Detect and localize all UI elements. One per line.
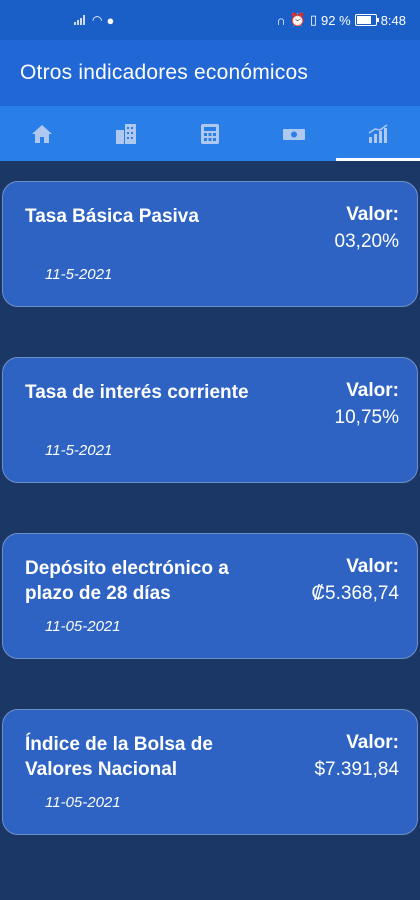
- building-icon: [116, 123, 136, 144]
- card-title: Índice de la Bolsa de Valores Nacional: [25, 734, 213, 780]
- vibrate-icon: ▯: [309, 12, 318, 27]
- indicator-list: Tasa Básica Pasiva Valor: 03,20% 11-5-20…: [0, 161, 420, 835]
- indicator-card[interactable]: Índice de la Bolsa de Valores Nacional V…: [2, 709, 418, 835]
- card-value: 10,75%: [334, 407, 399, 428]
- status-bar: ◠ ● ∩ ⏰ ▯ 92 % 8:48: [0, 0, 420, 40]
- card-value: ₡5.368,74: [311, 583, 399, 604]
- battery-percent: 92 %: [321, 12, 351, 28]
- tab-calculator[interactable]: [168, 106, 252, 161]
- tab-indicators[interactable]: [336, 106, 420, 161]
- tab-home[interactable]: [0, 106, 84, 161]
- signal-icon: [74, 15, 88, 25]
- tab-buildings[interactable]: [84, 106, 168, 161]
- home-icon: [32, 124, 52, 143]
- wifi-icon: ◠: [92, 13, 103, 27]
- card-title: Tasa de interés corriente: [25, 382, 249, 403]
- card-value: $7.391,84: [314, 759, 399, 780]
- indicator-card[interactable]: Tasa de interés corriente Valor: 10,75% …: [2, 357, 418, 483]
- card-date: 11-5-2021: [45, 266, 113, 283]
- alarm-icon: ⏰: [289, 12, 306, 27]
- card-title: Tasa Básica Pasiva: [25, 206, 199, 227]
- headset-icon: ∩: [276, 12, 286, 28]
- data-saver-icon: ●: [106, 12, 115, 28]
- chart-icon: [368, 123, 388, 143]
- card-title: Depósito electrónico a plazo de 28 días: [25, 558, 229, 604]
- tab-bar: [0, 106, 420, 161]
- card-value-label: Valor:: [346, 204, 399, 225]
- status-right: ∩ ⏰ ▯ 92 % 8:48: [276, 12, 406, 28]
- battery-icon: [354, 14, 379, 26]
- app-bar: Otros indicadores económicos: [0, 40, 420, 106]
- money-icon: [283, 128, 305, 140]
- card-value-label: Valor:: [346, 732, 399, 753]
- card-value-label: Valor:: [346, 380, 399, 401]
- card-date: 11-05-2021: [45, 794, 121, 811]
- status-left: ◠ ●: [74, 13, 114, 28]
- page-title: Otros indicadores económicos: [20, 61, 309, 84]
- indicator-card[interactable]: Depósito electrónico a plazo de 28 días …: [2, 533, 418, 659]
- card-date: 11-05-2021: [45, 618, 121, 635]
- battery-fill: [356, 16, 372, 24]
- tab-money[interactable]: [252, 106, 336, 161]
- calculator-icon: [201, 123, 219, 144]
- card-value-label: Valor:: [346, 556, 399, 577]
- clock: 8:48: [380, 12, 406, 28]
- card-value: 03,20%: [334, 231, 399, 252]
- card-date: 11-5-2021: [45, 442, 113, 459]
- indicator-card[interactable]: Tasa Básica Pasiva Valor: 03,20% 11-5-20…: [2, 181, 418, 307]
